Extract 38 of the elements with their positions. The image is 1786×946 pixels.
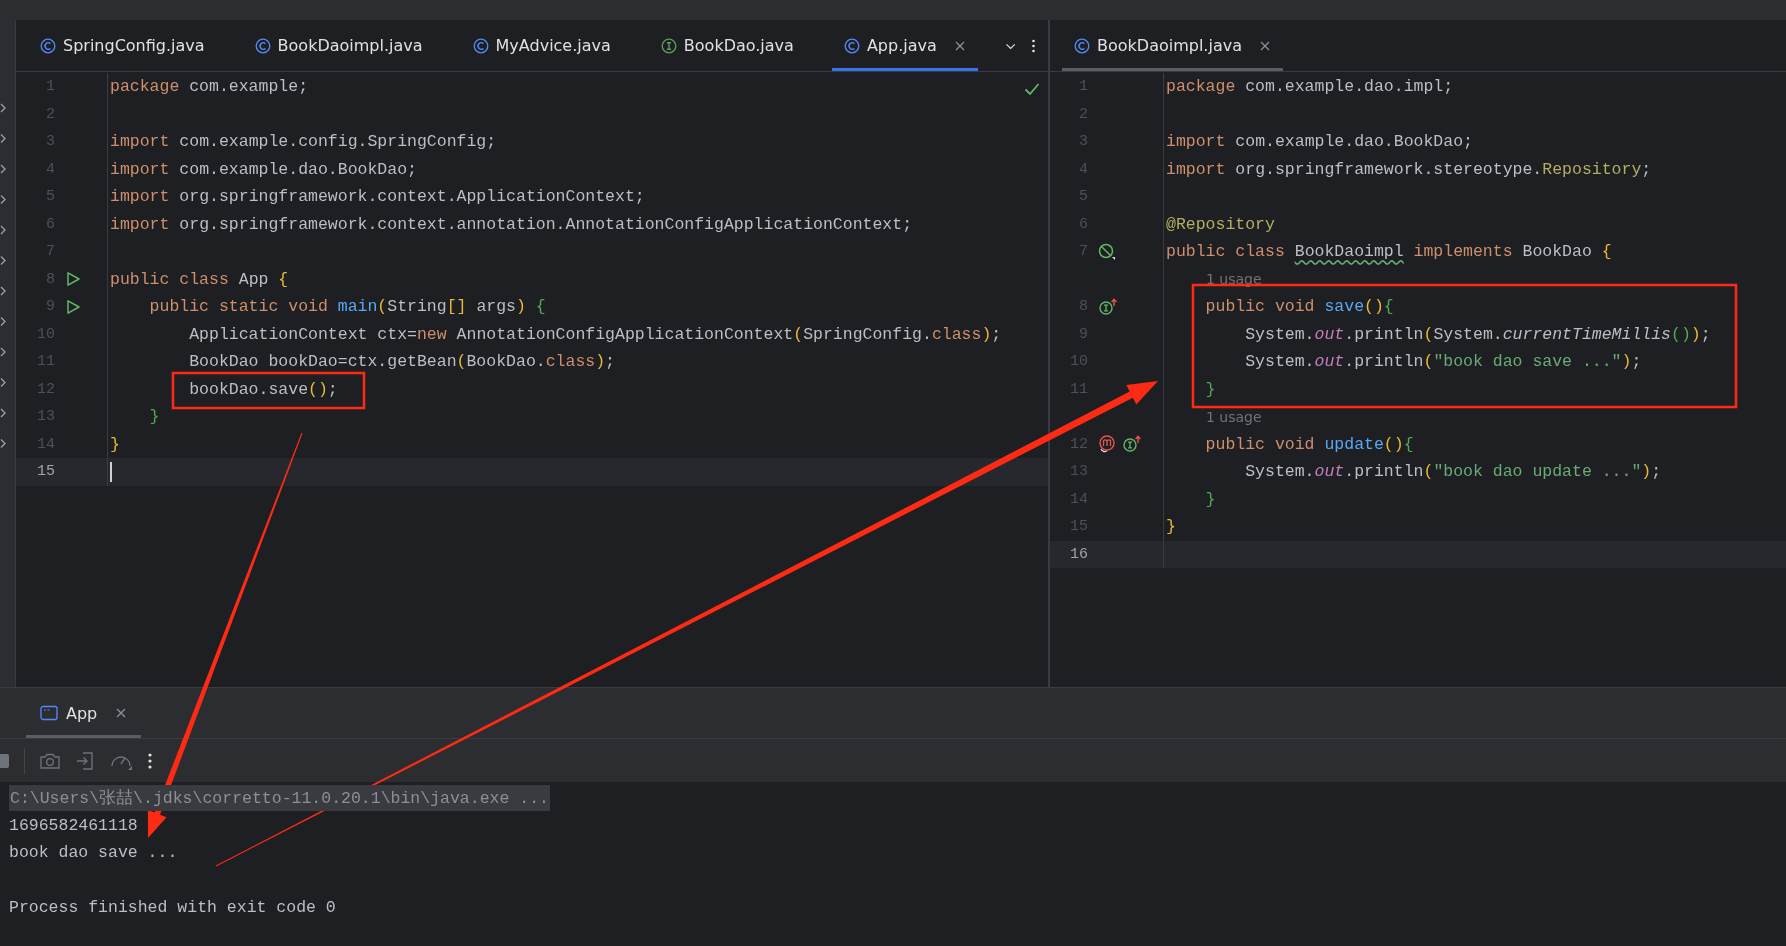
code-line: package com.example; <box>110 77 309 97</box>
editor-tab[interactable]: MyAdvice.java <box>460 20 623 71</box>
code-line: public class App { <box>110 269 289 289</box>
editor-tab[interactable]: App.java <box>831 20 978 71</box>
editor-tab[interactable]: BookDaoimpl.java <box>1062 20 1283 71</box>
code-line: @Repository <box>1166 214 1275 234</box>
code-line: import org.springframework.context.ApplicationContext; <box>110 187 645 207</box>
code-line: System.out.println("book dao update ..."); <box>1244 462 1662 482</box>
console-output: 1696582461118 <box>9 815 138 835</box>
code-line: } <box>1204 489 1216 509</box>
editor-tab[interactable]: BookDaoimpl.java <box>242 20 435 71</box>
code-line: public static void main(String[] args) { <box>148 297 546 317</box>
line-number: 16 <box>1069 545 1088 563</box>
code-line: public void save(){ <box>1204 297 1394 317</box>
code-line: bookDao.save(); <box>188 379 338 399</box>
code-line: BookDao bookDao=ctx.getBean(BookDao.class); <box>188 352 615 372</box>
console-output: Process finished with exit code 0 <box>9 898 336 918</box>
editor-tab[interactable]: BookDao.java <box>648 20 806 71</box>
code-line: public void update(){ <box>1204 434 1414 454</box>
code-line: import com.example.config.SpringConfig; <box>110 132 497 152</box>
code-line: import com.example.dao.BookDao; <box>1166 132 1473 152</box>
code-line: ApplicationContext ctx=new AnnotationConfigApplicationContext(SpringConfig.class); <box>188 324 1002 344</box>
code-line: System.out.println("book dao save ..."); <box>1244 352 1642 372</box>
code-line: } <box>1204 379 1216 399</box>
console-output: book dao save ... <box>9 843 178 863</box>
code-line: import org.springframework.context.annotation.AnnotationConfigApplicationContext; <box>110 214 913 234</box>
run-tab[interactable]: App <box>26 688 142 738</box>
code-line: package com.example.dao.impl; <box>1166 77 1454 97</box>
code-line: } <box>1166 517 1176 537</box>
editor-tab[interactable]: SpringConfig.java <box>28 20 217 71</box>
code-line: } <box>148 407 160 427</box>
line-number: 15 <box>36 463 55 481</box>
code-line: import org.springframework.stereotype.Repository; <box>1166 159 1652 179</box>
code-line: System.out.println(System.currentTimeMillis()); <box>1244 324 1711 344</box>
code-line: } <box>110 434 120 454</box>
code-line: public class BookDaoimpl implements BookDao { <box>1166 242 1612 262</box>
usage-hint[interactable]: 1 usage <box>1166 408 1262 425</box>
code-line: import com.example.dao.BookDao; <box>110 159 417 179</box>
